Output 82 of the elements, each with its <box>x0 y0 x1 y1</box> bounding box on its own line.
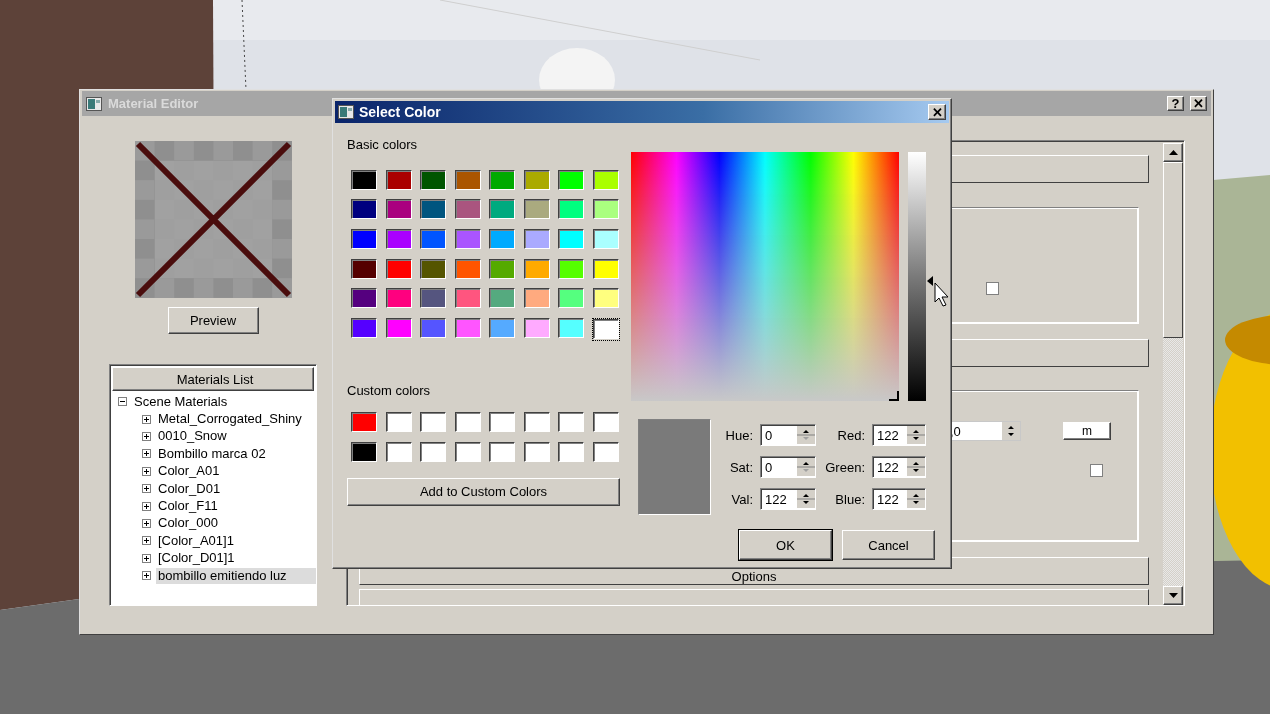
close-button[interactable]: ✕ <box>928 104 946 120</box>
spin-arrows-icon[interactable] <box>1002 422 1020 440</box>
field-label: Blue: <box>834 491 866 507</box>
custom-color-swatch[interactable] <box>592 412 619 433</box>
custom-color-swatch[interactable] <box>454 441 481 462</box>
custom-color-swatch[interactable] <box>523 441 550 462</box>
spin-box[interactable]: 122 <box>872 424 926 446</box>
luminance-arrow-icon[interactable] <box>927 276 934 287</box>
list-header: Materials List <box>112 367 314 391</box>
tree-item[interactable]: bombillo emitiendo luz <box>156 567 316 584</box>
expand-icon[interactable] <box>142 536 151 546</box>
custom-color-swatch[interactable] <box>420 441 446 462</box>
expand-icon[interactable] <box>142 518 151 528</box>
scroll-down-button[interactable] <box>1163 586 1183 605</box>
cancel-button[interactable]: Cancel <box>842 530 935 560</box>
spin-arrows-icon[interactable] <box>907 458 925 476</box>
color-spectrum[interactable] <box>631 152 900 401</box>
window-icon <box>338 105 354 119</box>
scroll-thumb[interactable] <box>1163 162 1183 338</box>
custom-color-swatch[interactable] <box>558 441 584 462</box>
up-arrow-icon <box>1168 150 1178 155</box>
expand-icon[interactable] <box>142 553 151 563</box>
custom-color-swatch[interactable] <box>385 412 412 433</box>
spin-box[interactable]: 0 <box>760 424 816 446</box>
expand-icon[interactable] <box>142 431 151 441</box>
field-label: Val: <box>730 491 754 507</box>
spin-arrows-icon[interactable] <box>907 426 925 444</box>
dialog-title: Select Color <box>359 104 442 120</box>
tree-item[interactable]: Color_A01 <box>156 463 222 480</box>
mouse-pointer-icon <box>934 282 951 307</box>
spin-box[interactable]: 122 <box>872 488 926 510</box>
field-label: Red: <box>836 427 866 443</box>
custom-color-swatch[interactable] <box>420 412 446 433</box>
collapse-icon[interactable] <box>118 397 127 407</box>
custom-color-swatch[interactable] <box>558 412 584 433</box>
help-button[interactable]: ? <box>1167 96 1184 111</box>
window-icon <box>86 96 102 111</box>
custom-color-swatch[interactable] <box>489 441 515 462</box>
preview-button[interactable]: Preview <box>167 307 259 334</box>
custom-color-swatch[interactable] <box>454 412 481 433</box>
scroll-up-button[interactable] <box>1163 143 1183 162</box>
tree-item[interactable]: 0010_Snow <box>156 428 229 445</box>
custom-color-swatch[interactable] <box>385 441 412 462</box>
luminance-bar[interactable] <box>908 152 927 401</box>
tree-item[interactable]: Color_D01 <box>156 480 223 497</box>
expand-icon[interactable] <box>142 449 151 459</box>
add-custom-colors-button[interactable]: Add to Custom Colors <box>347 477 620 506</box>
tree-item[interactable]: Metal_Corrogated_Shiny <box>156 411 304 428</box>
custom-color-swatch[interactable] <box>351 441 377 462</box>
unit-button[interactable]: m <box>1063 422 1111 440</box>
field-label: Sat: <box>728 459 754 475</box>
expand-icon[interactable] <box>142 466 151 476</box>
tree-item[interactable]: [Color_A01]1 <box>156 532 236 549</box>
ok-button[interactable]: OK <box>739 530 832 560</box>
tree-item[interactable]: Color_000 <box>156 515 220 532</box>
spin-arrows-icon[interactable] <box>797 490 815 508</box>
custom-color-swatch[interactable] <box>351 412 377 433</box>
spin-box[interactable]: 122 <box>872 456 926 478</box>
spin-box[interactable]: 122 <box>760 488 816 510</box>
section-label: Custom colors <box>347 382 432 398</box>
close-button[interactable]: ✕ <box>1190 96 1207 111</box>
tree-item[interactable]: Bombillo marca 02 <box>156 445 268 462</box>
scrollbar[interactable] <box>1163 143 1183 605</box>
field-label: Hue: <box>724 427 754 443</box>
section-label: Basic colors <box>347 137 419 152</box>
tree-item[interactable]: [Color_D01]1 <box>156 550 237 567</box>
tree-item[interactable]: Color_F11 <box>156 498 220 515</box>
checkbox[interactable] <box>986 282 999 295</box>
custom-color-swatch[interactable] <box>592 441 619 462</box>
tree-item[interactable]: Scene Materials <box>132 393 230 410</box>
spin-box[interactable]: 0 <box>760 456 816 478</box>
checkbox[interactable] <box>1090 464 1103 477</box>
field-label: Green: <box>824 459 866 475</box>
spin-arrows-icon[interactable] <box>907 490 925 508</box>
down-arrow-icon <box>1168 593 1178 598</box>
custom-color-swatch[interactable] <box>489 412 515 433</box>
crosshair-icon <box>889 391 900 401</box>
custom-color-swatch[interactable] <box>523 412 550 433</box>
expand-icon[interactable] <box>142 501 151 511</box>
expand-icon[interactable] <box>142 484 151 494</box>
expand-icon[interactable] <box>142 571 151 581</box>
expand-icon[interactable] <box>142 414 151 424</box>
